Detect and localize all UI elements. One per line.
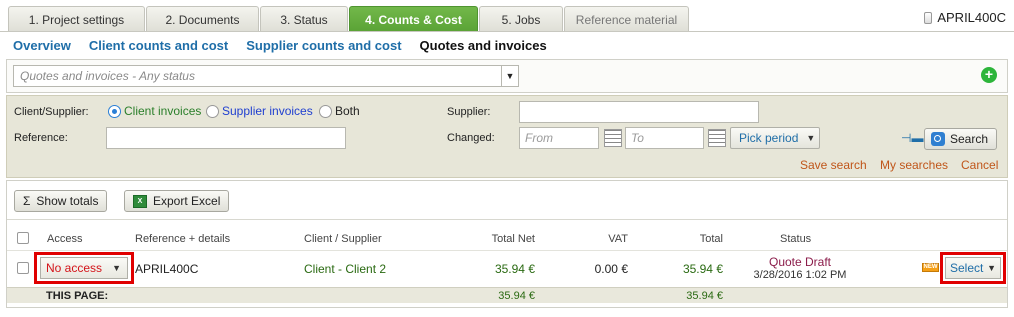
results-panel: Σ Show totals X Export Excel Access Refe… bbox=[6, 180, 1008, 308]
header-client-supplier: Client / Supplier bbox=[304, 233, 382, 245]
reference-label: Reference: bbox=[14, 132, 68, 144]
status-filter-select[interactable]: Quotes and invoices - Any status ▼ bbox=[13, 65, 519, 87]
filter-row: Quotes and invoices - Any status ▼ + bbox=[6, 59, 1008, 93]
save-search-link[interactable]: Save search bbox=[800, 158, 867, 172]
radio-supplier-invoices-label: Supplier invoices bbox=[222, 104, 313, 118]
main-tabbar: 1. Project settings 2. Documents 3. Stat… bbox=[0, 0, 1014, 32]
new-badge-icon: NEW bbox=[922, 263, 939, 272]
toolbar-divider bbox=[7, 219, 1007, 220]
chevron-down-icon: ▼ bbox=[806, 133, 816, 143]
totals-row: THIS PAGE: 35.94 € 35.94 € bbox=[7, 287, 1007, 303]
header-divider bbox=[7, 250, 1007, 251]
calendar-icon[interactable] bbox=[604, 129, 622, 147]
search-icon bbox=[931, 132, 945, 146]
radio-unchecked-icon[interactable] bbox=[319, 104, 332, 118]
totals-net: 35.94 € bbox=[498, 290, 535, 302]
status-filter-placeholder: Quotes and invoices - Any status bbox=[20, 69, 195, 83]
chevron-down-icon[interactable]: ▼ bbox=[501, 66, 518, 86]
row-client-supplier[interactable]: Client - Client 2 bbox=[304, 262, 386, 276]
tab-status[interactable]: 3. Status bbox=[260, 6, 348, 32]
tab-project-settings[interactable]: 1. Project settings bbox=[8, 6, 145, 32]
radio-both[interactable]: Both bbox=[319, 104, 360, 118]
radio-client-invoices-label: Client invoices bbox=[124, 104, 202, 118]
row-vat: 0.00 € bbox=[594, 262, 628, 276]
sigma-icon: Σ bbox=[23, 194, 31, 208]
row-total-net: 35.94 € bbox=[494, 262, 535, 276]
totals-total: 35.94 € bbox=[686, 290, 723, 302]
header-status: Status bbox=[780, 233, 812, 245]
pick-period-label: Pick period bbox=[739, 131, 799, 145]
excel-icon: X bbox=[133, 194, 147, 208]
search-button-label: Search bbox=[950, 132, 989, 146]
header-total-net: Total Net bbox=[491, 233, 535, 245]
radio-client-invoices[interactable]: Client invoices bbox=[108, 104, 201, 118]
export-excel-button[interactable]: X Export Excel bbox=[124, 190, 230, 212]
show-totals-label: Show totals bbox=[36, 194, 99, 208]
pin-icon[interactable]: ⊣▬ bbox=[901, 132, 923, 144]
pick-period-dropdown[interactable]: Pick period ▼ bbox=[730, 127, 820, 149]
tabbar-divider bbox=[0, 31, 1014, 32]
row-checkbox[interactable] bbox=[17, 262, 29, 274]
header-vat: VAT bbox=[608, 233, 628, 245]
highlight-frame bbox=[940, 252, 1006, 284]
cancel-link[interactable]: Cancel bbox=[961, 158, 998, 172]
tab-jobs[interactable]: 5. Jobs bbox=[479, 6, 563, 32]
tab-reference-material[interactable]: Reference material bbox=[564, 6, 689, 32]
radio-both-label: Both bbox=[335, 104, 360, 118]
subnav: Overview Client counts and cost Supplier… bbox=[0, 33, 1014, 57]
header-reference: Reference + details bbox=[135, 233, 231, 245]
search-panel: Client/Supplier: Client invoices Supplie… bbox=[6, 95, 1008, 178]
tab-counts-cost[interactable]: 4. Counts & Cost bbox=[349, 6, 478, 32]
changed-to-input[interactable]: To bbox=[625, 127, 704, 149]
row-status: Quote Draft 3/28/2016 1:02 PM bbox=[740, 255, 860, 281]
show-totals-button[interactable]: Σ Show totals bbox=[14, 190, 108, 212]
client-supplier-label: Client/Supplier: bbox=[14, 106, 89, 118]
my-searches-link[interactable]: My searches bbox=[880, 158, 948, 172]
radio-checked-icon[interactable] bbox=[108, 104, 121, 118]
project-id: APRIL400C bbox=[924, 10, 1006, 25]
supplier-label: Supplier: bbox=[447, 106, 491, 118]
select-all-checkbox[interactable] bbox=[17, 232, 29, 244]
from-placeholder: From bbox=[525, 131, 553, 145]
row-status-label: Quote Draft bbox=[768, 255, 832, 269]
project-id-label: APRIL400C bbox=[937, 10, 1006, 25]
header-total: Total bbox=[699, 233, 723, 245]
radio-supplier-invoices[interactable]: Supplier invoices bbox=[206, 104, 313, 118]
changed-label: Changed: bbox=[447, 132, 495, 144]
row-status-date: 3/28/2016 1:02 PM bbox=[753, 269, 847, 281]
tab-documents[interactable]: 2. Documents bbox=[146, 6, 259, 32]
subnav-quotes-invoices[interactable]: Quotes and invoices bbox=[420, 38, 547, 53]
row-total: 35.94 € bbox=[682, 262, 723, 276]
add-icon[interactable]: + bbox=[981, 67, 997, 83]
subnav-client-counts[interactable]: Client counts and cost bbox=[89, 38, 228, 53]
project-icon bbox=[924, 11, 933, 24]
subnav-overview[interactable]: Overview bbox=[13, 38, 71, 53]
header-access: Access bbox=[47, 233, 83, 245]
totals-label: THIS PAGE: bbox=[46, 290, 109, 302]
changed-from-input[interactable]: From bbox=[519, 127, 599, 149]
export-excel-label: Export Excel bbox=[153, 194, 221, 208]
radio-unchecked-icon[interactable] bbox=[206, 104, 219, 118]
subnav-supplier-counts[interactable]: Supplier counts and cost bbox=[246, 38, 401, 53]
row-reference[interactable]: APRIL400C bbox=[135, 262, 198, 276]
highlight-frame bbox=[34, 252, 134, 284]
supplier-input[interactable] bbox=[519, 101, 759, 123]
search-button[interactable]: Search bbox=[924, 128, 998, 150]
calendar-icon[interactable] bbox=[708, 129, 726, 147]
reference-input[interactable] bbox=[106, 127, 346, 149]
to-placeholder: To bbox=[631, 131, 644, 145]
